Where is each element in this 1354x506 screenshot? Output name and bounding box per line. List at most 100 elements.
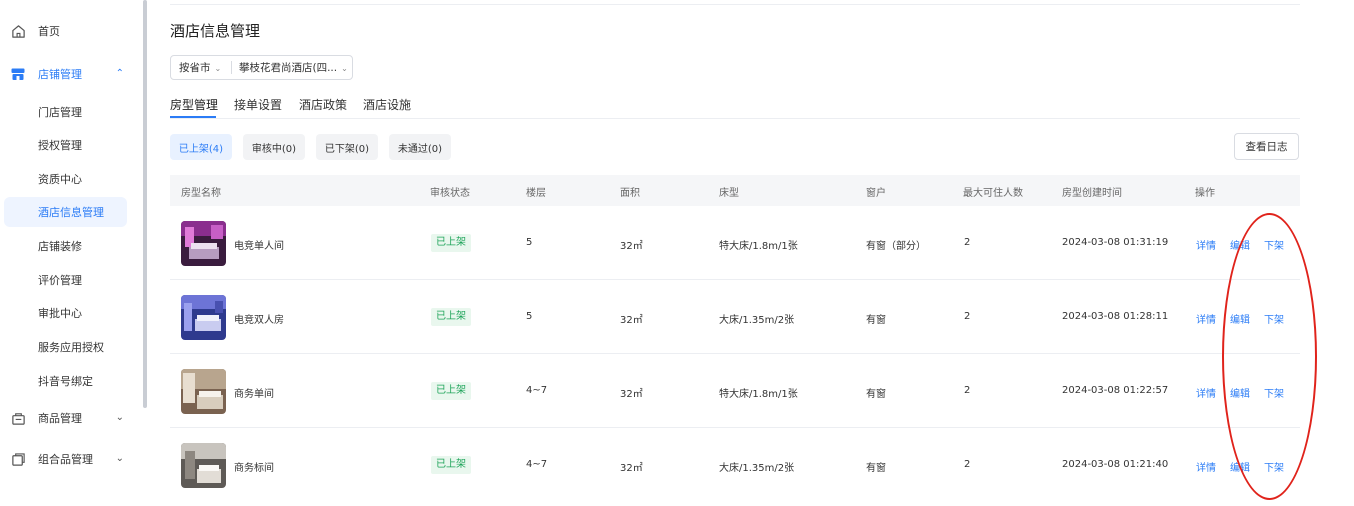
table-header: 房型名称 审核状态 楼层 面积 床型 窗户 最大可住人数 房型创建时间 操作 (170, 175, 1300, 206)
filter-delisted[interactable]: 已下架(0) (316, 134, 378, 160)
window-value: 有窗 (866, 463, 886, 474)
view-log-button[interactable]: 查看日志 (1234, 133, 1299, 160)
sidebar-scrollbar[interactable] (143, 0, 147, 408)
top-divider (170, 4, 1300, 5)
max-occupancy-value: 2 (964, 385, 971, 396)
column-header: 最大可住人数 (963, 188, 1023, 199)
area-value: 32㎡ (620, 463, 643, 474)
room-name: 商务标间 (234, 463, 274, 474)
tab-divider (170, 118, 1300, 119)
room-thumbnail[interactable] (181, 295, 226, 340)
sidebar-item-service-auth[interactable]: 服务应用授权 (0, 332, 130, 362)
detail-link[interactable]: 详情 (1196, 459, 1216, 474)
tab-hotel-policy[interactable]: 酒店政策 (299, 96, 347, 113)
detail-link[interactable]: 详情 (1196, 311, 1216, 326)
chevron-down-icon: ⌄ (115, 412, 124, 423)
sidebar: 首页 店铺管理 ⌃ 门店管理 授权管理 资质中心 酒店信息管理 店铺装修 评价管… (0, 0, 145, 486)
sidebar-item-label: 酒店信息管理 (38, 206, 104, 219)
room-thumbnail[interactable] (181, 369, 226, 414)
column-header: 房型名称 (181, 188, 221, 199)
sidebar-item-decoration[interactable]: 店铺装修 (0, 231, 130, 261)
room-name: 电竞单人间 (234, 241, 284, 252)
sidebar-item-label: 评价管理 (38, 274, 82, 287)
max-occupancy-value: 2 (964, 237, 971, 248)
sidebar-item-douyin-binding[interactable]: 抖音号绑定 (0, 366, 130, 396)
chevron-down-icon: ⌄ (115, 453, 124, 464)
max-occupancy-value: 2 (964, 459, 971, 470)
table-row: 商务标间 已上架 4~7 32㎡ 大床/1.35m/2张 有窗 2 2024-0… (170, 428, 1300, 502)
region-select-label: 按省市 (179, 62, 211, 74)
area-value: 32㎡ (620, 315, 643, 326)
created-time-value: 2024-03-08 01:31:19 (1062, 237, 1169, 248)
sidebar-item-combo-management[interactable]: 组合品管理 ⌄ (0, 444, 130, 474)
sidebar-item-home[interactable]: 首页 (0, 16, 130, 46)
sidebar-item-label: 门店管理 (38, 106, 82, 119)
detail-link[interactable]: 详情 (1196, 237, 1216, 252)
column-header: 面积 (620, 188, 640, 199)
status-badge: 已上架 (431, 234, 471, 252)
window-value: 有窗 (866, 315, 886, 326)
region-select[interactable]: 按省市 ⌄ (171, 60, 231, 75)
sidebar-item-label: 授权管理 (38, 139, 82, 152)
tab-room-types[interactable]: 房型管理 (170, 96, 218, 113)
basket-icon (10, 410, 26, 426)
bed-value: 特大床/1.8m/1张 (719, 389, 798, 400)
tab-hotel-facilities[interactable]: 酒店设施 (363, 96, 411, 113)
column-header: 房型创建时间 (1062, 188, 1122, 199)
room-thumbnail[interactable] (181, 443, 226, 488)
annotation-ellipse (1222, 213, 1317, 500)
sidebar-item-label: 资质中心 (38, 173, 82, 186)
sidebar-item-store-management[interactable]: 店铺管理 ⌃ (0, 59, 130, 89)
sidebar-item-approval[interactable]: 审批中心 (0, 298, 130, 328)
sidebar-item-label: 组合品管理 (38, 453, 93, 466)
area-value: 32㎡ (620, 389, 643, 400)
bed-value: 大床/1.35m/2张 (719, 315, 795, 326)
detail-link[interactable]: 详情 (1196, 385, 1216, 400)
hotel-select[interactable]: 攀枝花君尚酒店(四... ⌄ (232, 60, 348, 75)
bed-value: 大床/1.35m/2张 (719, 463, 795, 474)
sidebar-item-label: 店铺装修 (38, 240, 82, 253)
combo-icon (10, 451, 26, 467)
sidebar-item-goods-management[interactable]: 商品管理 ⌄ (0, 403, 130, 433)
window-value: 有窗（部分） (866, 241, 926, 252)
column-header: 床型 (719, 188, 739, 199)
column-header: 审核状态 (430, 188, 470, 199)
sidebar-item-label: 店铺管理 (38, 68, 82, 81)
sidebar-item-label: 商品管理 (38, 412, 82, 425)
table-row: 商务单间 已上架 4~7 32㎡ 特大床/1.8m/1张 有窗 2 2024-0… (170, 354, 1300, 428)
column-header: 窗户 (866, 188, 886, 199)
column-header: 操作 (1195, 188, 1215, 199)
tab-order-settings[interactable]: 接单设置 (234, 96, 282, 113)
room-name: 电竞双人房 (234, 315, 284, 326)
sidebar-item-reviews[interactable]: 评价管理 (0, 265, 130, 295)
max-occupancy-value: 2 (964, 311, 971, 322)
chevron-down-icon: ⌄ (214, 64, 222, 73)
floor-value: 5 (526, 237, 533, 248)
hotel-picker[interactable]: 按省市 ⌄ 攀枝花君尚酒店(四... ⌄ (170, 55, 353, 80)
sidebar-item-qualification[interactable]: 资质中心 (0, 164, 130, 194)
room-thumbnail[interactable] (181, 221, 226, 266)
sidebar-item-hotel-info[interactable]: 酒店信息管理 (4, 197, 127, 227)
window-value: 有窗 (866, 389, 886, 400)
hotel-select-label: 攀枝花君尚酒店(四... (239, 62, 338, 74)
created-time-value: 2024-03-08 01:21:40 (1062, 459, 1169, 470)
chevron-up-icon: ⌃ (115, 68, 124, 79)
sidebar-item-label: 首页 (38, 25, 60, 38)
sidebar-item-authorization[interactable]: 授权管理 (0, 130, 130, 160)
chevron-down-icon: ⌄ (341, 64, 348, 73)
created-time-value: 2024-03-08 01:22:57 (1062, 385, 1169, 396)
filter-listed[interactable]: 已上架(4) (170, 134, 232, 160)
table-row: 电竞单人间 已上架 5 32㎡ 特大床/1.8m/1张 有窗（部分） 2 202… (170, 206, 1300, 280)
created-time-value: 2024-03-08 01:28:11 (1062, 311, 1169, 322)
filter-rejected[interactable]: 未通过(0) (389, 134, 451, 160)
floor-value: 4~7 (526, 459, 548, 470)
sidebar-item-label: 审批中心 (38, 307, 82, 320)
floor-value: 5 (526, 311, 533, 322)
store-icon (10, 66, 26, 82)
sidebar-item-store[interactable]: 门店管理 (0, 97, 130, 127)
status-badge: 已上架 (431, 308, 471, 326)
filter-reviewing[interactable]: 审核中(0) (243, 134, 305, 160)
sidebar-item-label: 服务应用授权 (38, 341, 104, 354)
status-badge: 已上架 (431, 456, 471, 474)
table-row: 电竞双人房 已上架 5 32㎡ 大床/1.35m/2张 有窗 2 2024-03… (170, 280, 1300, 354)
